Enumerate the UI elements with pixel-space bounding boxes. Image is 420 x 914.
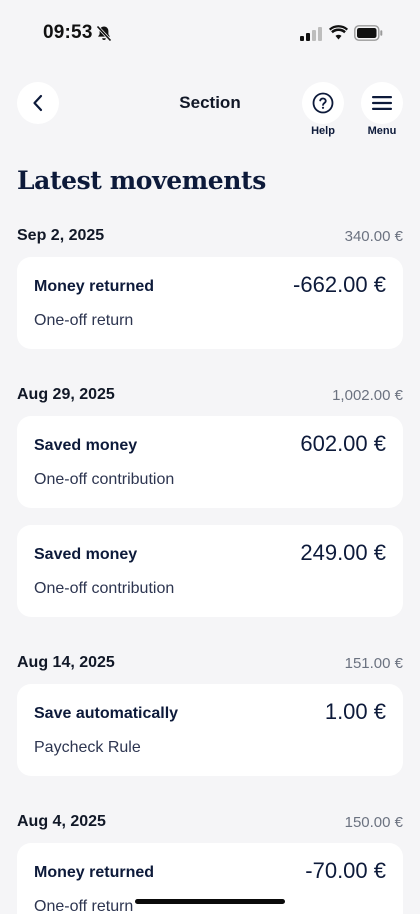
movement-title: Saved money bbox=[34, 437, 138, 454]
movement-amount: 1.00 € bbox=[324, 699, 386, 724]
hamburger-menu-icon bbox=[372, 96, 392, 110]
group-header: Sep 2, 2025 340.00 € bbox=[17, 226, 403, 246]
group-header: Aug 14, 2025 151.00 € bbox=[17, 653, 403, 673]
movement-title: Saved money bbox=[34, 546, 138, 563]
help-label[interactable]: Help bbox=[293, 125, 353, 137]
movement-subtitle: Paycheck Rule bbox=[34, 739, 141, 756]
movement-card[interactable]: Money returned One-off return -662.00 € bbox=[17, 257, 403, 349]
group-total: 150.00 € bbox=[344, 813, 403, 831]
page-title: Latest movements bbox=[17, 166, 266, 195]
group-header: Aug 4, 2025 150.00 € bbox=[17, 812, 403, 832]
menu-button[interactable] bbox=[361, 82, 403, 124]
movement-amount: 602.00 € bbox=[300, 431, 386, 456]
help-circle-icon bbox=[312, 92, 334, 114]
movement-card[interactable]: Save automatically Paycheck Rule 1.00 € bbox=[17, 684, 403, 776]
status-bar: 09:53 bbox=[0, 0, 420, 60]
wifi-icon bbox=[329, 25, 348, 40]
group-date: Sep 2, 2025 bbox=[17, 227, 105, 244]
movement-subtitle: One-off return bbox=[34, 312, 134, 329]
group-total: 340.00 € bbox=[344, 227, 403, 245]
help-button[interactable] bbox=[302, 82, 344, 124]
battery-icon bbox=[354, 25, 383, 41]
menu-label[interactable]: Menu bbox=[352, 125, 412, 137]
cellular-signal-icon bbox=[300, 27, 322, 41]
group-date: Aug 4, 2025 bbox=[17, 813, 106, 830]
movement-subtitle: One-off return bbox=[34, 898, 134, 914]
movement-amount: -70.00 € bbox=[305, 858, 386, 883]
movement-card[interactable]: Saved money One-off contribution 249.00 … bbox=[17, 525, 403, 617]
movement-title: Save automatically bbox=[34, 705, 179, 722]
movement-title: Money returned bbox=[34, 864, 155, 881]
group-date: Aug 14, 2025 bbox=[17, 654, 115, 671]
nav-title: Section bbox=[179, 93, 241, 112]
home-indicator[interactable] bbox=[135, 899, 285, 904]
group-header: Aug 29, 2025 1,002.00 € bbox=[17, 385, 403, 405]
movement-amount: -662.00 € bbox=[293, 272, 386, 297]
status-time: 09:53 bbox=[43, 22, 93, 43]
movement-card[interactable]: Saved money One-off contribution 602.00 … bbox=[17, 416, 403, 508]
group-total: 1,002.00 € bbox=[332, 386, 403, 404]
group-total: 151.00 € bbox=[344, 654, 403, 672]
movement-title: Money returned bbox=[34, 278, 155, 295]
bell-off-icon bbox=[96, 25, 112, 42]
movement-subtitle: One-off contribution bbox=[34, 471, 175, 488]
movement-subtitle: One-off contribution bbox=[34, 580, 175, 597]
movement-amount: 249.00 € bbox=[300, 540, 386, 565]
group-date: Aug 29, 2025 bbox=[17, 386, 115, 403]
